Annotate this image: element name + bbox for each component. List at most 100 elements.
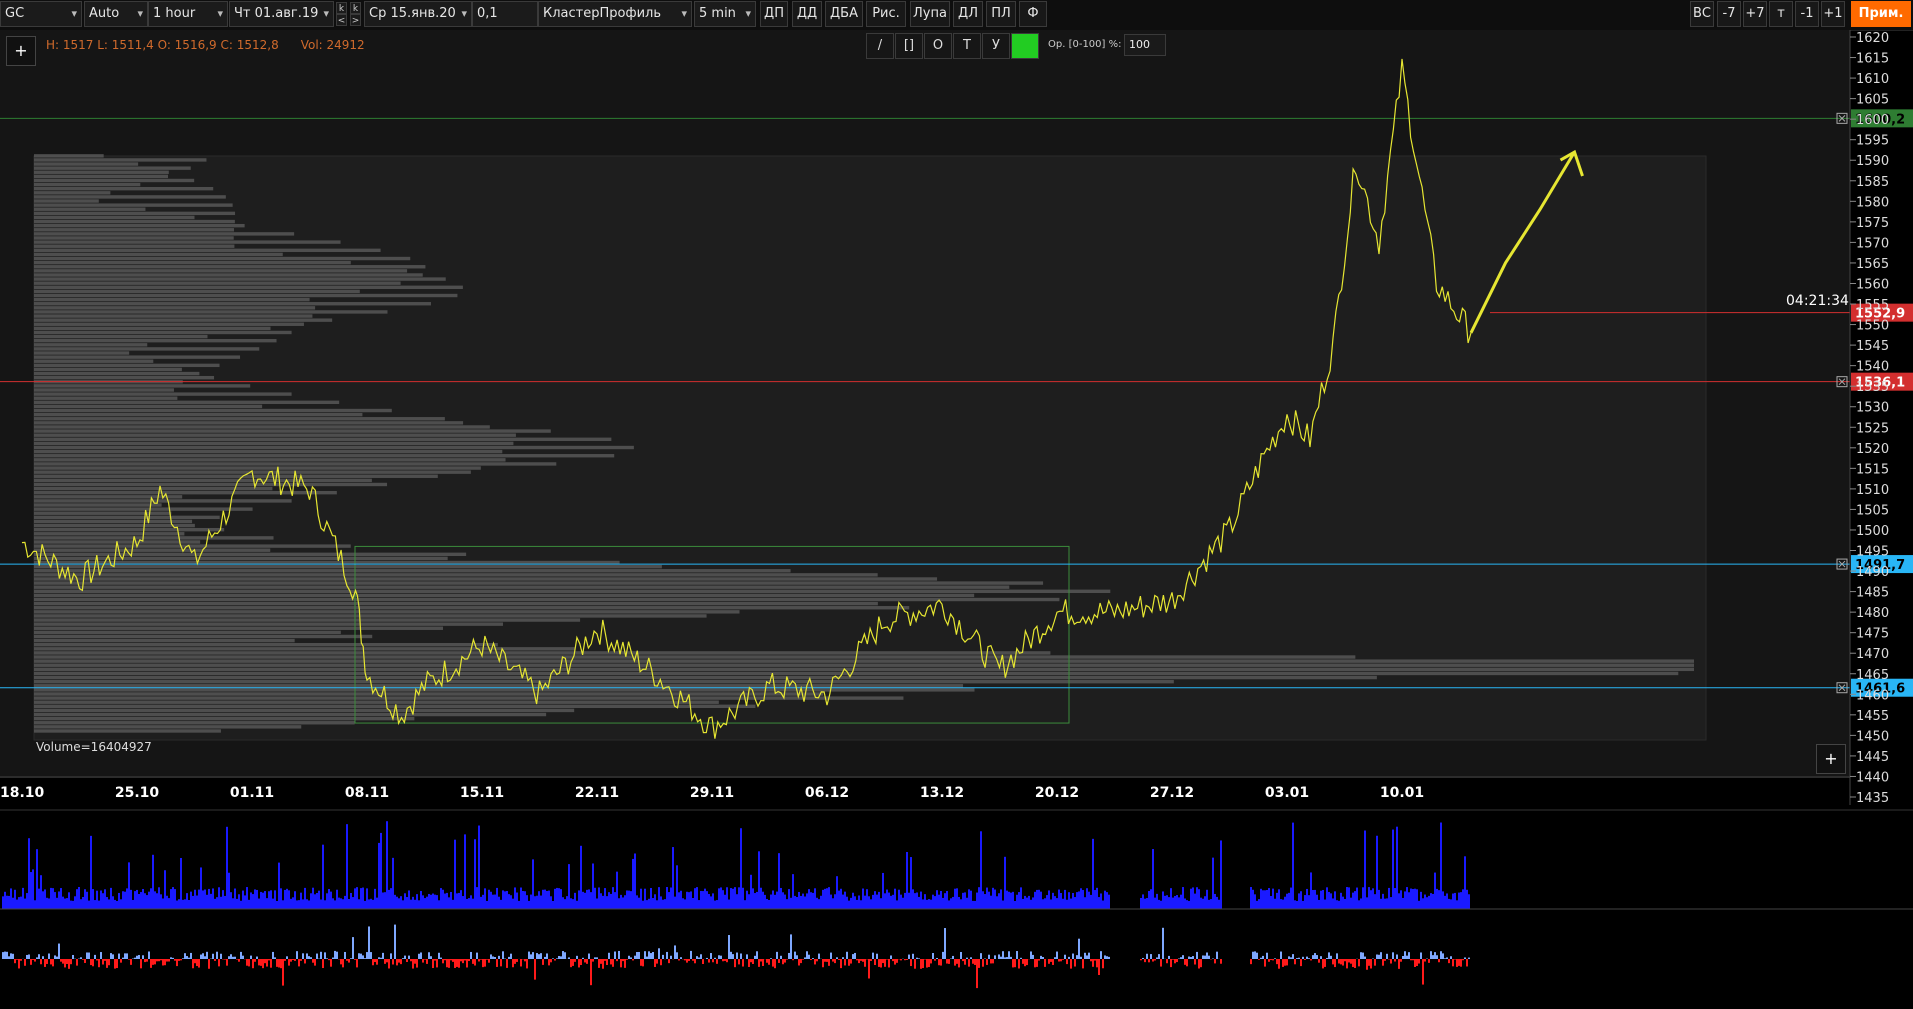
text-tool-button[interactable]: T <box>953 33 981 59</box>
volume-bar <box>524 891 526 909</box>
delta-bar <box>610 959 612 965</box>
arrow-right-button[interactable]: > <box>350 14 361 26</box>
delta-bar <box>684 959 686 961</box>
delta-bar <box>112 954 114 959</box>
dba-button[interactable]: ДБА <box>825 1 863 27</box>
volume-bar <box>950 898 952 909</box>
k-right-button[interactable]: k <box>350 2 361 14</box>
u-tool-button[interactable]: У <box>982 33 1010 59</box>
profile-bar <box>34 285 463 289</box>
price-chart[interactable]: 1600,21552,91536,11491,71461,6 18.10 25.1… <box>0 30 1913 809</box>
scale-select[interactable]: Auto <box>84 1 148 27</box>
chart-type-select[interactable]: КластерПрофиль <box>538 1 692 27</box>
volume-bar <box>1422 898 1424 909</box>
dl-button[interactable]: ДЛ <box>953 1 983 27</box>
t-button[interactable]: т <box>1769 1 1793 27</box>
bar-countdown-timer: 04:21:34 <box>1786 293 1849 309</box>
delta-bar <box>602 959 604 969</box>
x-tick-label: 03.01 <box>1265 785 1309 801</box>
profile-bar <box>34 273 423 277</box>
volume-bar <box>1304 895 1306 909</box>
ellipse-tool-button[interactable]: O <box>924 33 952 59</box>
volume-bar <box>858 895 860 909</box>
k-left-button[interactable]: k <box>336 2 347 14</box>
add-panel-button[interactable]: + <box>1816 744 1846 774</box>
rectangle-tool-button[interactable]: [] <box>895 33 923 59</box>
dp-button[interactable]: ДП <box>760 1 788 27</box>
tick-size-input[interactable]: 0,1 <box>472 1 538 27</box>
delta-bar <box>1268 959 1270 962</box>
color-swatch-button[interactable] <box>1011 33 1039 59</box>
delta-bar <box>1194 959 1196 965</box>
minus1-button[interactable]: -1 <box>1795 1 1819 27</box>
delta-bar <box>278 959 280 968</box>
vs-button[interactable]: ВС <box>1690 1 1714 27</box>
delta-bar <box>358 953 360 959</box>
delta-bar <box>142 955 144 959</box>
delta-bar <box>1054 957 1056 959</box>
delta-bar <box>562 951 564 959</box>
magnifier-button[interactable]: Лупа <box>910 1 950 27</box>
line-tool-button[interactable]: / <box>866 33 894 59</box>
volume-bar <box>1330 893 1332 909</box>
volume-bar <box>510 895 512 909</box>
delta-bar <box>336 951 338 959</box>
delta-bar <box>1428 959 1430 963</box>
y-tick-label: 1540 <box>1856 360 1889 375</box>
plus7-button[interactable]: +7 <box>1743 1 1767 27</box>
volume-bar <box>1148 890 1150 909</box>
delta-bar <box>96 959 98 961</box>
delta-bar <box>1168 955 1170 959</box>
delta-bar <box>628 955 630 959</box>
date-to-picker[interactable]: Ср 15.янв.20 <box>364 1 472 27</box>
dd-button[interactable]: ДД <box>792 1 822 27</box>
profile-bar <box>34 716 415 721</box>
add-indicator-button[interactable]: + <box>6 36 36 66</box>
volume-bar <box>546 891 548 909</box>
delta-bar <box>220 953 222 959</box>
volume-bar <box>570 898 572 909</box>
filter-button[interactable]: Ф <box>1019 1 1047 27</box>
delta-bar <box>1006 957 1008 959</box>
apply-button[interactable]: Прим. <box>1851 1 1911 27</box>
delta-bar <box>544 956 546 959</box>
draw-button[interactable]: Рис. <box>866 1 906 27</box>
volume-bar <box>338 897 340 909</box>
volume-bar <box>448 897 450 909</box>
pl-button[interactable]: ПЛ <box>986 1 1016 27</box>
profile-bar <box>34 466 481 470</box>
volume-bar <box>372 899 374 909</box>
minus7-button[interactable]: -7 <box>1717 1 1741 27</box>
opacity-input[interactable]: 100 <box>1124 34 1166 56</box>
delta-bar <box>1186 959 1188 967</box>
volume-bar <box>1208 899 1210 909</box>
delta-bar <box>1140 959 1142 961</box>
delta-bar <box>1420 952 1422 959</box>
timeframe-select[interactable]: 1 hour <box>148 1 228 27</box>
profile-bar <box>34 655 1356 659</box>
volume-bar <box>374 888 376 909</box>
delta-bar <box>690 950 692 959</box>
symbol-select[interactable]: GC <box>0 1 82 27</box>
volume-bar <box>456 893 458 909</box>
date-from-picker[interactable]: Чт 01.авг.19 <box>229 1 334 27</box>
delta-bar <box>44 959 46 967</box>
volume-bar <box>1082 890 1084 909</box>
delta-bar <box>360 953 362 959</box>
cluster-period-select[interactable]: 5 min <box>694 1 756 27</box>
volume-bar <box>1198 889 1200 909</box>
delta-bar <box>792 959 794 961</box>
volume-bar <box>1250 887 1252 909</box>
volume-bar <box>956 888 958 909</box>
arrow-left-button[interactable]: < <box>336 14 347 26</box>
delta-bar <box>650 953 652 959</box>
plus1-button[interactable]: +1 <box>1821 1 1845 27</box>
delta-bar <box>1270 959 1272 961</box>
delta-bar <box>966 957 968 959</box>
profile-bar <box>34 536 274 540</box>
volume-bar <box>1404 891 1406 909</box>
volume-bar <box>918 896 920 909</box>
volume-bar <box>1354 891 1356 909</box>
delta-bar <box>938 959 940 966</box>
delta-bar <box>1256 952 1258 959</box>
